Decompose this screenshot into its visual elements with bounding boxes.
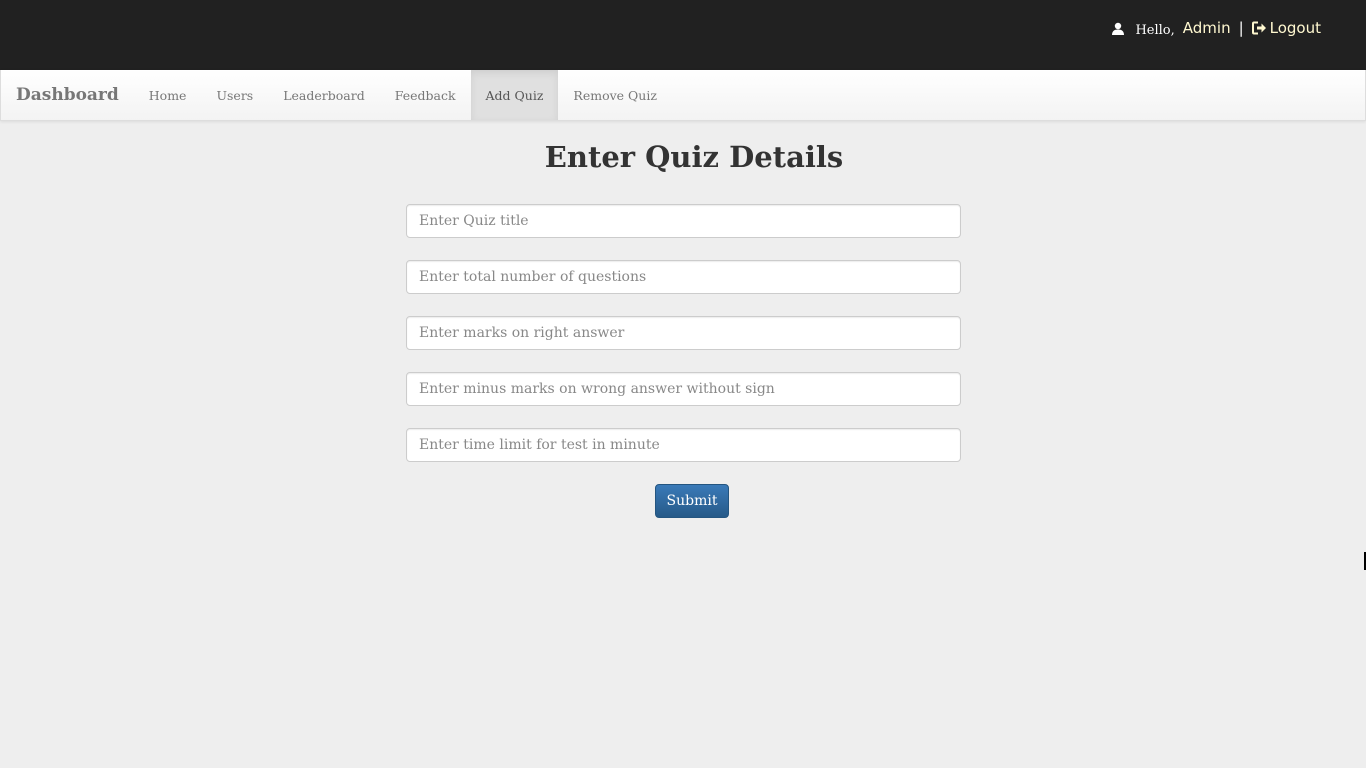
quiz-details-form [406, 204, 961, 484]
logout-label: Logout [1269, 19, 1321, 37]
logout-link[interactable]: Logout [1251, 19, 1321, 37]
nav-item-feedback[interactable]: Feedback [380, 70, 471, 120]
top-bar: Hello, Admin | Logout [0, 0, 1366, 70]
separator: | [1238, 19, 1244, 37]
user-area: Hello, Admin | Logout [1111, 19, 1321, 38]
total-questions-input[interactable] [406, 260, 961, 294]
submit-button[interactable]: Submit [655, 484, 729, 518]
navbar: Dashboard Home Users Leaderboard Feedbac… [0, 70, 1366, 121]
nav-item-add-quiz[interactable]: Add Quiz [470, 70, 559, 120]
quiz-title-input[interactable] [406, 204, 961, 238]
wrong-answer-marks-input[interactable] [406, 372, 961, 406]
username: Admin [1182, 19, 1231, 37]
greeting-text: Hello, [1135, 22, 1175, 38]
nav-item-remove-quiz[interactable]: Remove Quiz [558, 70, 672, 120]
nav-item-leaderboard[interactable]: Leaderboard [268, 70, 379, 120]
nav-item-home[interactable]: Home [134, 70, 202, 120]
page-title: Enter Quiz Details [544, 140, 844, 174]
time-limit-input[interactable] [406, 428, 961, 462]
brand-dashboard[interactable]: Dashboard [1, 70, 134, 120]
nav-item-users[interactable]: Users [201, 70, 268, 120]
user-icon [1111, 21, 1125, 35]
sign-out-icon [1251, 21, 1267, 35]
right-answer-marks-input[interactable] [406, 316, 961, 350]
